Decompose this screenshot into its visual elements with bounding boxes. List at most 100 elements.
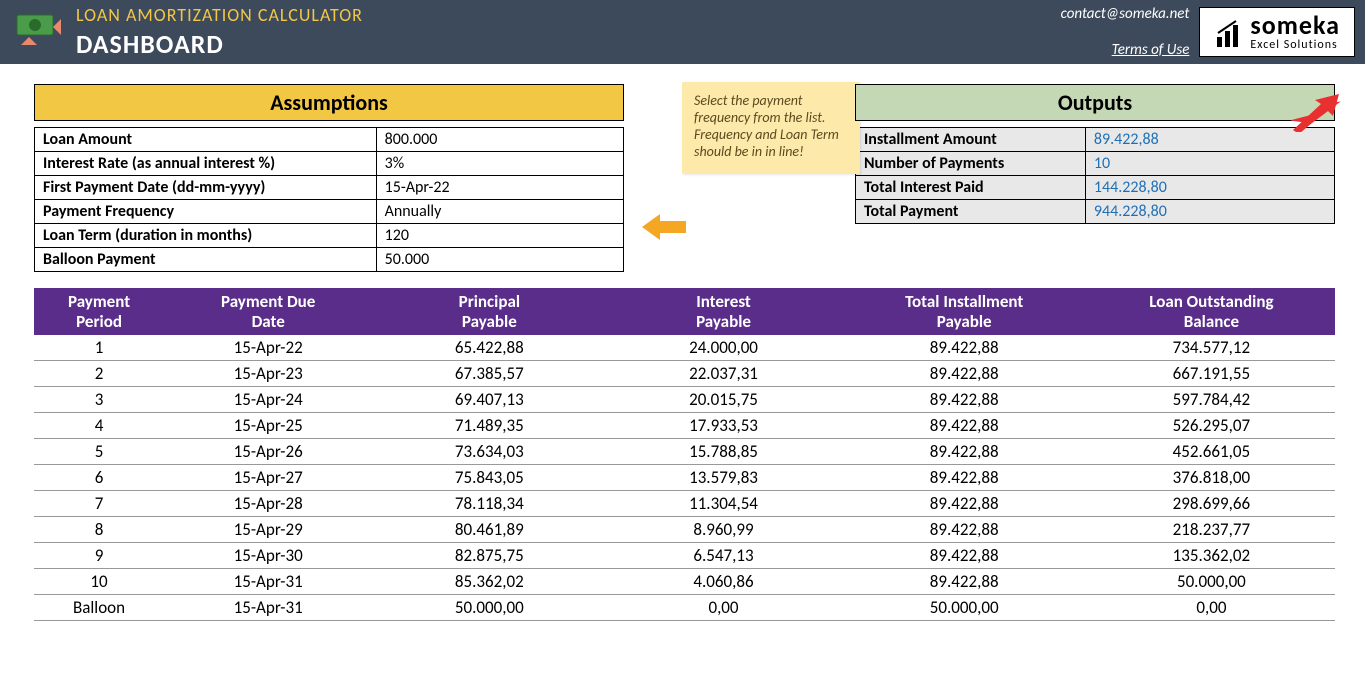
cell-date: 15-Apr-30 bbox=[164, 543, 372, 569]
assumption-value[interactable]: 3% bbox=[376, 152, 623, 176]
schedule-row: 715-Apr-2878.118,3411.304,5489.422,88298… bbox=[34, 491, 1335, 517]
schedule-row: 315-Apr-2469.407,1320.015,7589.422,88597… bbox=[34, 387, 1335, 413]
cell-principal: 50.000,00 bbox=[372, 595, 606, 621]
cell-date: 15-Apr-29 bbox=[164, 517, 372, 543]
logo-tagline: Excel Solutions bbox=[1250, 38, 1340, 52]
assumption-label: Loan Amount bbox=[35, 128, 377, 152]
terms-link[interactable]: Terms of Use bbox=[1112, 41, 1190, 59]
arrow-red-icon bbox=[1291, 94, 1341, 137]
assumptions-row: Payment FrequencyAnnually bbox=[35, 200, 624, 224]
assumption-value[interactable]: Annually bbox=[376, 200, 623, 224]
assumption-value[interactable]: 120 bbox=[376, 224, 623, 248]
assumption-label: First Payment Date (dd-mm-yyyy) bbox=[35, 176, 377, 200]
outputs-table: Installment Amount89.422,88Number of Pay… bbox=[855, 127, 1335, 224]
schedule-row: 615-Apr-2775.843,0513.579,8389.422,88376… bbox=[34, 465, 1335, 491]
cell-principal: 75.843,05 bbox=[372, 465, 606, 491]
cell-period: 6 bbox=[34, 465, 164, 491]
cell-balance: 734.577,12 bbox=[1088, 335, 1335, 361]
schedule-table: PaymentPeriod Payment DueDate PrincipalP… bbox=[34, 288, 1335, 621]
schedule-row: 215-Apr-2367.385,5722.037,3189.422,88667… bbox=[34, 361, 1335, 387]
cell-date: 15-Apr-23 bbox=[164, 361, 372, 387]
cell-balance: 50.000,00 bbox=[1088, 569, 1335, 595]
assumption-value[interactable]: 15-Apr-22 bbox=[376, 176, 623, 200]
col-header-total: Total InstallmentPayable bbox=[841, 288, 1088, 335]
cell-principal: 82.875,75 bbox=[372, 543, 606, 569]
cell-total: 89.422,88 bbox=[841, 517, 1088, 543]
schedule-row: 1015-Apr-3185.362,024.060,8689.422,8850.… bbox=[34, 569, 1335, 595]
cell-principal: 78.118,34 bbox=[372, 491, 606, 517]
outputs-panel: Outputs Installment Amount89.422,88Numbe… bbox=[855, 84, 1335, 224]
col-header-balance: Loan OutstandingBalance bbox=[1088, 288, 1335, 335]
cell-balance: 298.699,66 bbox=[1088, 491, 1335, 517]
cell-balance: 452.661,05 bbox=[1088, 439, 1335, 465]
assumption-label: Loan Term (duration in months) bbox=[35, 224, 377, 248]
cell-balance: 667.191,55 bbox=[1088, 361, 1335, 387]
cell-principal: 67.385,57 bbox=[372, 361, 606, 387]
assumptions-panel: Assumptions Loan Amount800.000Interest R… bbox=[34, 84, 624, 272]
assumption-label: Balloon Payment bbox=[35, 248, 377, 272]
cell-interest: 4.060,86 bbox=[606, 569, 840, 595]
cell-date: 15-Apr-25 bbox=[164, 413, 372, 439]
outputs-row: Total Interest Paid144.228,80 bbox=[856, 176, 1335, 200]
cell-total: 89.422,88 bbox=[841, 465, 1088, 491]
cell-interest: 11.304,54 bbox=[606, 491, 840, 517]
schedule-row: 915-Apr-3082.875,756.547,1389.422,88135.… bbox=[34, 543, 1335, 569]
cell-interest: 0,00 bbox=[606, 595, 840, 621]
cell-period: 2 bbox=[34, 361, 164, 387]
output-value: 944.228,80 bbox=[1085, 200, 1334, 224]
cell-balance: 135.362,02 bbox=[1088, 543, 1335, 569]
assumptions-row: Balloon Payment50.000 bbox=[35, 248, 624, 272]
arrow-left-icon bbox=[642, 212, 686, 247]
cell-date: 15-Apr-27 bbox=[164, 465, 372, 491]
money-icon bbox=[6, 4, 76, 60]
cell-total: 89.422,88 bbox=[841, 335, 1088, 361]
output-value: 144.228,80 bbox=[1085, 176, 1334, 200]
col-header-interest: InterestPayable bbox=[606, 288, 840, 335]
output-value: 10 bbox=[1085, 152, 1334, 176]
contact-email[interactable]: contact@someka.net bbox=[1061, 5, 1190, 23]
cell-interest: 22.037,31 bbox=[606, 361, 840, 387]
help-note: Select the payment frequency from the li… bbox=[682, 82, 860, 174]
cell-total: 89.422,88 bbox=[841, 543, 1088, 569]
logo-brand: someka bbox=[1250, 14, 1340, 37]
col-header-date: Payment DueDate bbox=[164, 288, 372, 335]
cell-principal: 71.489,35 bbox=[372, 413, 606, 439]
app-header: LOAN AMORTIZATION CALCULATOR DASHBOARD c… bbox=[0, 0, 1365, 64]
assumption-label: Payment Frequency bbox=[35, 200, 377, 224]
cell-principal: 65.422,88 bbox=[372, 335, 606, 361]
brand-logo: someka Excel Solutions bbox=[1199, 7, 1355, 56]
cell-balance: 0,00 bbox=[1088, 595, 1335, 621]
cell-period: 8 bbox=[34, 517, 164, 543]
assumption-value[interactable]: 800.000 bbox=[376, 128, 623, 152]
outputs-title: Outputs bbox=[855, 84, 1335, 121]
schedule-row: 115-Apr-2265.422,8824.000,0089.422,88734… bbox=[34, 335, 1335, 361]
cell-interest: 8.960,99 bbox=[606, 517, 840, 543]
schedule-row: 415-Apr-2571.489,3517.933,5389.422,88526… bbox=[34, 413, 1335, 439]
cell-period: 9 bbox=[34, 543, 164, 569]
cell-date: 15-Apr-26 bbox=[164, 439, 372, 465]
cell-principal: 85.362,02 bbox=[372, 569, 606, 595]
col-header-principal: PrincipalPayable bbox=[372, 288, 606, 335]
cell-total: 89.422,88 bbox=[841, 361, 1088, 387]
cell-principal: 73.634,03 bbox=[372, 439, 606, 465]
cell-period: 5 bbox=[34, 439, 164, 465]
cell-principal: 80.461,89 bbox=[372, 517, 606, 543]
outputs-row: Total Payment944.228,80 bbox=[856, 200, 1335, 224]
assumption-value[interactable]: 50.000 bbox=[376, 248, 623, 272]
cell-interest: 6.547,13 bbox=[606, 543, 840, 569]
assumptions-row: Loan Term (duration in months)120 bbox=[35, 224, 624, 248]
schedule-row: Balloon15-Apr-3150.000,000,0050.000,000,… bbox=[34, 595, 1335, 621]
cell-period: 7 bbox=[34, 491, 164, 517]
cell-balance: 597.784,42 bbox=[1088, 387, 1335, 413]
col-header-period: PaymentPeriod bbox=[34, 288, 164, 335]
cell-date: 15-Apr-24 bbox=[164, 387, 372, 413]
cell-date: 15-Apr-31 bbox=[164, 569, 372, 595]
cell-interest: 13.579,83 bbox=[606, 465, 840, 491]
cell-date: 15-Apr-22 bbox=[164, 335, 372, 361]
cell-total: 50.000,00 bbox=[841, 595, 1088, 621]
assumptions-title: Assumptions bbox=[34, 84, 624, 121]
cell-period: 1 bbox=[34, 335, 164, 361]
logo-icon bbox=[1214, 15, 1242, 51]
cell-balance: 376.818,00 bbox=[1088, 465, 1335, 491]
cell-date: 15-Apr-31 bbox=[164, 595, 372, 621]
